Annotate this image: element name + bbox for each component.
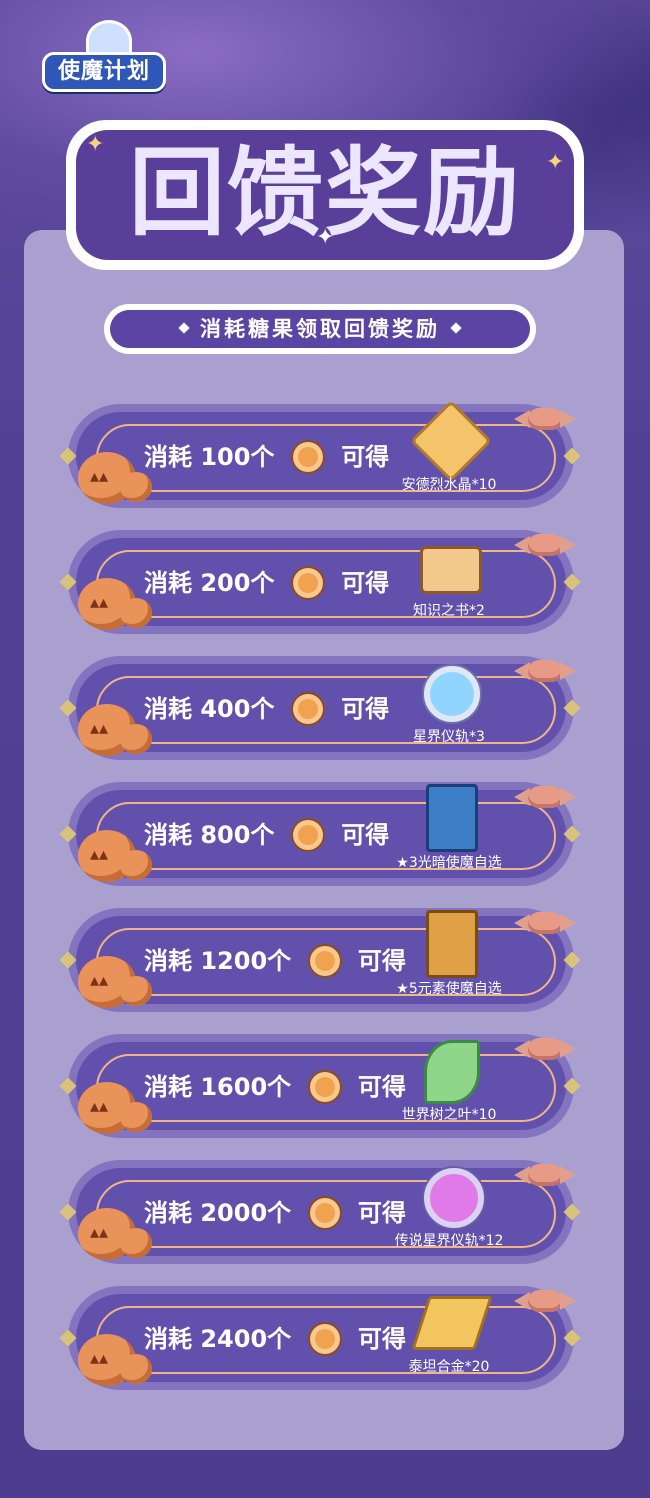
reward-name: ★3光暗使魔自选 bbox=[396, 855, 502, 871]
amount-text: 800个 bbox=[200, 821, 275, 849]
reward-name: 知识之书*2 bbox=[413, 603, 485, 619]
reward-row: ▴▴ 消耗 1200个 可得 ★5元素使魔自选 bbox=[59, 908, 590, 1012]
amount-text: 1200个 bbox=[200, 947, 292, 975]
card-3star-icon bbox=[412, 782, 484, 854]
reward-row: ▴▴ 消耗 200个 可得 知识之书*2 bbox=[59, 530, 590, 634]
logo-text: 使魔计划 bbox=[42, 52, 166, 92]
amount-text: 400个 bbox=[200, 695, 275, 723]
reward-name: 安德烈水晶*10 bbox=[401, 477, 497, 493]
obtain-text: 可得 bbox=[357, 1073, 406, 1101]
page: 使魔计划 回馈奖励 ✦ ✦ ✦ 消耗糖果领取回馈奖励 ▴▴ 消耗 100个 可得 bbox=[0, 0, 650, 1498]
diamond-icon bbox=[178, 322, 190, 334]
cost-label: 消耗 400个 可得 bbox=[144, 690, 389, 726]
candy-icon bbox=[514, 530, 576, 558]
reward-name: 世界树之叶*10 bbox=[401, 1107, 497, 1123]
cost-label: 消耗 2400个 可得 bbox=[144, 1320, 406, 1356]
consume-text: 消耗 bbox=[144, 1325, 192, 1353]
amount-text: 1600个 bbox=[200, 1073, 292, 1101]
cost-label: 消耗 800个 可得 bbox=[144, 816, 389, 852]
reward-name: 星界仪轨*3 bbox=[413, 729, 485, 745]
reward-name: ★5元素使魔自选 bbox=[396, 981, 502, 997]
consume-text: 消耗 bbox=[144, 1199, 192, 1227]
candy-icon bbox=[514, 1034, 576, 1062]
candy-coin-icon bbox=[290, 566, 325, 600]
sparkle-icon: ✦ bbox=[546, 150, 565, 175]
candy-icon bbox=[514, 656, 576, 684]
pumpkin-icon: ▴▴ bbox=[68, 826, 154, 886]
candy-coin-icon bbox=[307, 944, 342, 978]
title-banner: 回馈奖励 ✦ ✦ ✦ bbox=[66, 120, 584, 270]
consume-text: 消耗 bbox=[144, 443, 192, 471]
pumpkin-icon: ▴▴ bbox=[68, 1078, 154, 1138]
candy-icon bbox=[514, 404, 576, 432]
game-logo: 使魔计划 bbox=[42, 14, 166, 92]
sparkle-icon: ✦ bbox=[86, 132, 105, 157]
consume-text: 消耗 bbox=[144, 1073, 192, 1101]
reward-row: ▴▴ 消耗 100个 可得 安德烈水晶*10 bbox=[59, 399, 590, 508]
cost-label: 消耗 1200个 可得 bbox=[144, 942, 406, 978]
candy-coin-icon bbox=[307, 1070, 342, 1104]
book-icon bbox=[412, 530, 484, 602]
cost-label: 消耗 100个 可得 bbox=[144, 438, 389, 474]
sparkle-icon: ✦ bbox=[316, 225, 335, 250]
obtain-text: 可得 bbox=[357, 1325, 406, 1353]
candy-coin-icon bbox=[307, 1196, 342, 1230]
obtain-text: 可得 bbox=[341, 695, 390, 723]
candy-coin-icon bbox=[307, 1322, 342, 1356]
pumpkin-icon: ▴▴ bbox=[68, 952, 154, 1012]
candy-icon bbox=[514, 1286, 576, 1314]
diamond-icon bbox=[450, 322, 462, 334]
cost-label: 消耗 200个 可得 bbox=[144, 564, 389, 600]
pumpkin-icon: ▴▴ bbox=[68, 448, 154, 508]
obtain-text: 可得 bbox=[341, 569, 390, 597]
candy-coin-icon bbox=[290, 692, 325, 726]
pumpkin-icon: ▴▴ bbox=[68, 1204, 154, 1264]
consume-text: 消耗 bbox=[144, 821, 192, 849]
leaf-icon bbox=[412, 1034, 484, 1106]
consume-text: 消耗 bbox=[144, 947, 192, 975]
pumpkin-icon: ▴▴ bbox=[68, 574, 154, 634]
legend-orb-icon bbox=[412, 1160, 484, 1232]
astral-ring-icon bbox=[412, 656, 484, 728]
candy-icon bbox=[514, 1160, 576, 1188]
subtitle: 消耗糖果领取回馈奖励 bbox=[200, 317, 440, 341]
cost-label: 消耗 2000个 可得 bbox=[144, 1194, 406, 1230]
candy-coin-icon bbox=[290, 440, 325, 474]
pumpkin-icon: ▴▴ bbox=[68, 700, 154, 760]
reward-name: 传说星界仪轨*12 bbox=[394, 1233, 504, 1249]
obtain-text: 可得 bbox=[341, 443, 390, 471]
consume-text: 消耗 bbox=[144, 695, 192, 723]
reward-row: ▴▴ 消耗 400个 可得 星界仪轨*3 bbox=[59, 656, 590, 760]
reward-row: ▴▴ 消耗 2000个 可得 传说星界仪轨*12 bbox=[59, 1160, 590, 1264]
amount-text: 2400个 bbox=[200, 1325, 292, 1353]
candy-icon bbox=[514, 782, 576, 810]
reward-row: ▴▴ 消耗 800个 可得 ★3光暗使魔自选 bbox=[59, 782, 590, 886]
candy-icon bbox=[514, 908, 576, 936]
obtain-text: 可得 bbox=[357, 1199, 406, 1227]
cost-label: 消耗 1600个 可得 bbox=[144, 1068, 406, 1104]
reward-name: 泰坦合金*20 bbox=[408, 1359, 490, 1375]
titan-alloy-icon bbox=[411, 1286, 493, 1358]
consume-text: 消耗 bbox=[144, 569, 192, 597]
amount-text: 100个 bbox=[200, 443, 275, 471]
pumpkin-icon: ▴▴ bbox=[68, 1330, 154, 1390]
obtain-text: 可得 bbox=[357, 947, 406, 975]
reward-row: ▴▴ 消耗 1600个 可得 世界树之叶*10 bbox=[59, 1034, 590, 1138]
subtitle-banner: 消耗糖果领取回馈奖励 bbox=[104, 304, 536, 354]
reward-row: ▴▴ 消耗 2400个 可得 泰坦合金*20 bbox=[59, 1286, 590, 1390]
obtain-text: 可得 bbox=[341, 821, 390, 849]
amount-text: 2000个 bbox=[200, 1199, 292, 1227]
candy-coin-icon bbox=[290, 818, 325, 852]
crystal-icon bbox=[409, 399, 493, 483]
amount-text: 200个 bbox=[200, 569, 275, 597]
card-5star-icon bbox=[412, 908, 484, 980]
